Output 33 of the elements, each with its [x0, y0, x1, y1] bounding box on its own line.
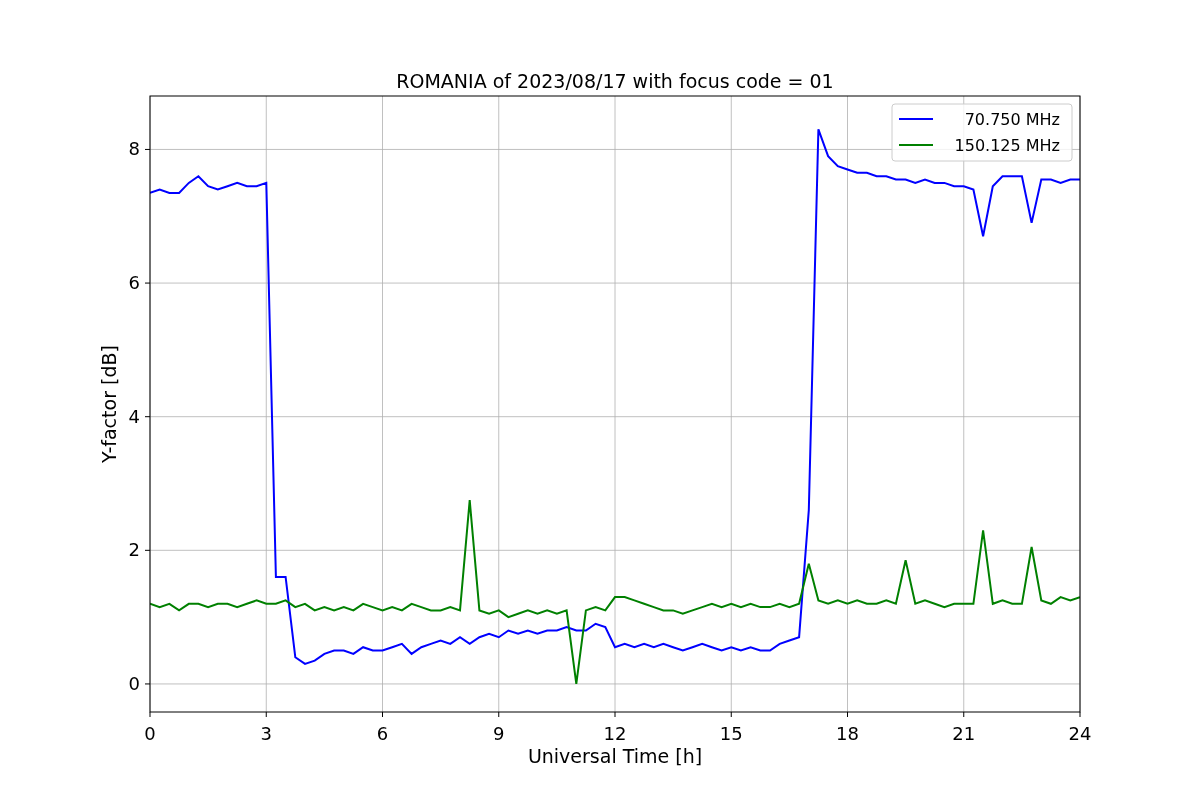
tick-label: 0: [128, 672, 140, 694]
tick-mark: [382, 711, 383, 718]
tick-mark: [144, 416, 151, 418]
tick-label: 15: [719, 723, 743, 744]
tick-mark: [149, 711, 151, 718]
tick-label: 18: [836, 723, 859, 744]
tick-label: 3: [260, 723, 272, 744]
tick-mark: [498, 711, 500, 718]
tick-label: 24: [1068, 723, 1092, 744]
tick-mark: [614, 711, 616, 718]
tick-label: 2: [128, 539, 140, 561]
tick-mark: [144, 282, 151, 284]
chart-title: ROMANIA of 2023/08/17 with focus code = 01: [396, 70, 834, 92]
tick-mark: [265, 711, 267, 718]
y-axis-label: Y-factor [dB]: [98, 345, 120, 463]
tick-mark: [847, 711, 848, 718]
tick-label: 8: [128, 138, 140, 160]
tick-mark: [730, 711, 732, 718]
legend-label: 150.125 MHz: [954, 136, 1060, 155]
tick-label: 21: [952, 723, 976, 744]
tick-label: 4: [128, 405, 140, 427]
tick-label: 9: [493, 723, 505, 744]
tick-label: 12: [603, 723, 627, 744]
tick-label: 6: [376, 723, 389, 744]
tick-mark: [963, 711, 965, 718]
tick-mark: [144, 683, 151, 685]
x-axis-label: Universal Time [h]: [527, 745, 703, 767]
tick-label: 6: [128, 272, 140, 294]
tick-label: 0: [144, 723, 156, 744]
tick-mark: [144, 549, 151, 551]
legend-label: 70.750 MHz: [964, 110, 1060, 129]
tick-mark: [1079, 711, 1081, 718]
tick-mark: [144, 148, 151, 150]
